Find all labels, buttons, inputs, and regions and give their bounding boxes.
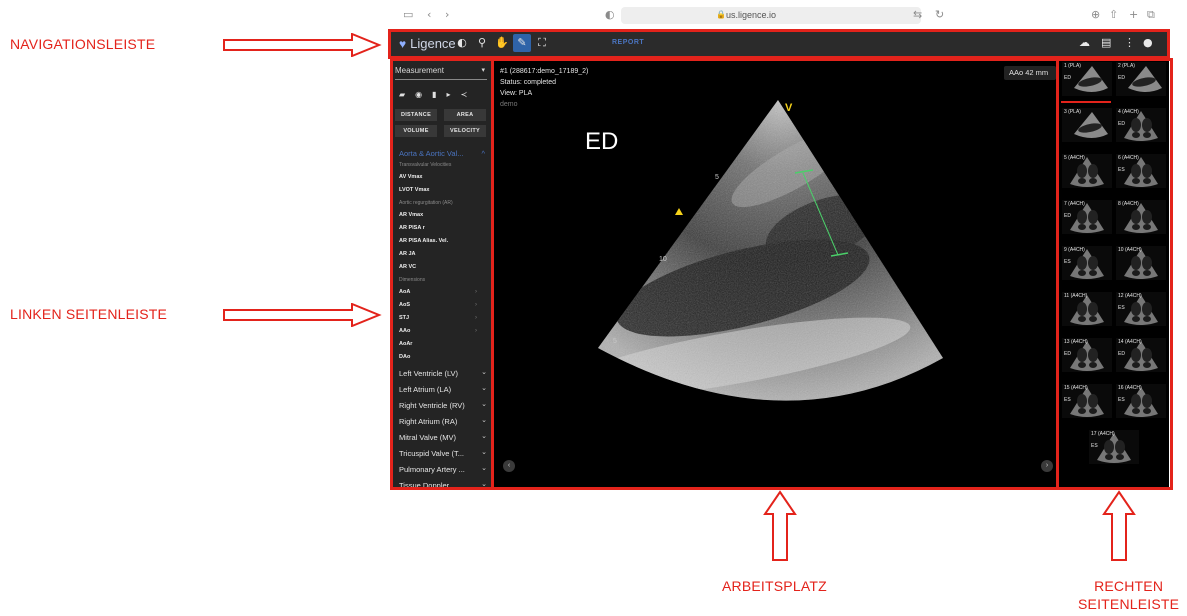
annotation-frame-right-sidebar — [1056, 58, 1173, 490]
annotation-left-sidebar-label: LINKEN SEITENLEISTE — [10, 306, 168, 322]
annotation-right-line2: SEITENLEISTE — [1078, 596, 1180, 612]
sidebar-toggle-icon[interactable]: ▭ — [403, 9, 413, 21]
tabs-overview-icon[interactable]: ⧉ — [1147, 9, 1155, 21]
address-bar[interactable]: 🔒 us.ligence.io — [621, 7, 921, 24]
annotation-right-sidebar-label: RECHTEN SEITENLEISTE — [1078, 577, 1179, 613]
download-icon[interactable]: ⊕ — [1091, 9, 1100, 21]
forward-icon[interactable]: › — [445, 9, 449, 21]
url-text: us.ligence.io — [726, 10, 777, 20]
arrow-right-icon — [223, 33, 382, 57]
annotated-screenshot: NAVIGATIONSLEISTE LINKEN SEITENLEISTE AR… — [0, 0, 1187, 616]
annotation-frame-left-sidebar — [390, 58, 494, 490]
annotation-navigation-label: NAVIGATIONSLEISTE — [10, 36, 156, 52]
privacy-icon[interactable]: ◐ — [605, 9, 615, 21]
arrow-up-icon — [1102, 490, 1136, 561]
arrow-up-icon — [763, 490, 797, 561]
annotation-right-line1: RECHTEN — [1094, 578, 1164, 594]
annotation-workspace-label: ARBEITSPLATZ — [722, 578, 827, 594]
translate-icon[interactable]: ⇆ — [913, 9, 922, 21]
annotation-frame-navigation — [388, 29, 1170, 59]
annotation-frame-workspace — [491, 58, 1059, 490]
reload-icon[interactable]: ↻ — [935, 9, 944, 21]
lock-icon: 🔒 — [716, 10, 726, 19]
browser-toolbar: ▭ ‹ › ◐ 🔒 us.ligence.io ⇆ ↻ ⊕ ⇧ + ⧉ — [391, 0, 1169, 30]
arrow-right-icon — [223, 303, 382, 327]
share-icon[interactable]: ⇧ — [1109, 9, 1118, 21]
new-tab-icon[interactable]: + — [1129, 9, 1138, 21]
back-icon[interactable]: ‹ — [427, 9, 431, 21]
